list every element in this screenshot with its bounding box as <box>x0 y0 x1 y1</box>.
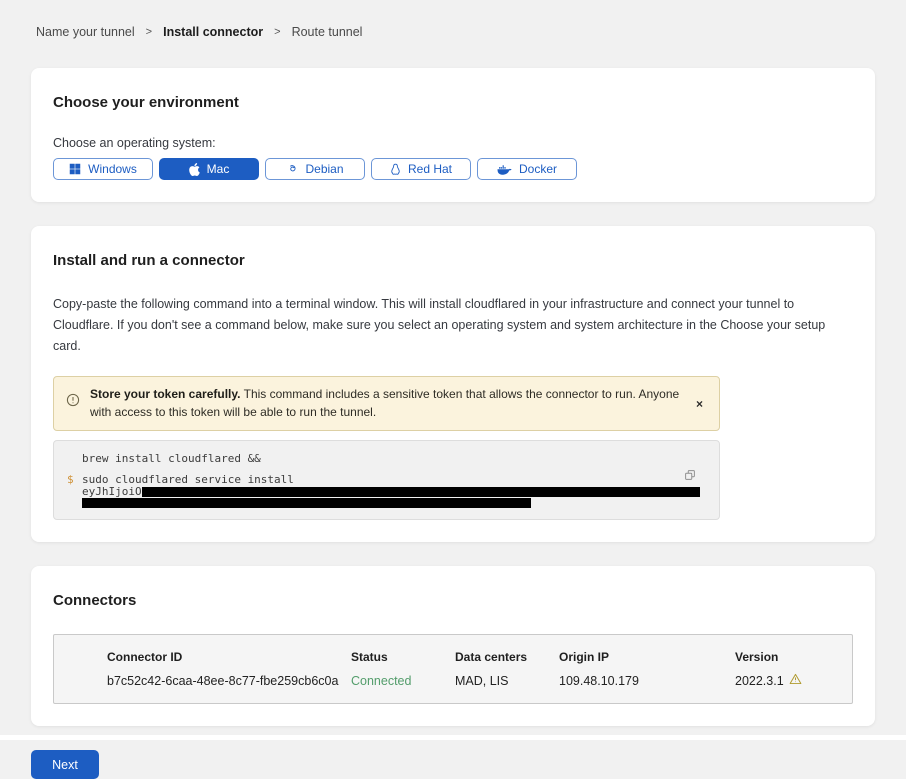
install-command-code-block: $ brew install cloudflared && sudo cloud… <box>53 440 720 520</box>
breadcrumb-separator-icon: > <box>146 26 152 38</box>
docker-whale-icon <box>497 164 512 175</box>
page-bottom-strip <box>0 735 906 740</box>
os-button-mac[interactable]: Mac <box>159 158 259 180</box>
windows-icon <box>69 163 81 175</box>
header-origin-ip: Origin IP <box>559 650 735 664</box>
debian-icon <box>286 163 298 175</box>
os-button-redhat[interactable]: Red Hat <box>371 158 471 180</box>
install-connector-title: Install and run a connector <box>53 253 853 268</box>
header-connector-id: Connector ID <box>107 650 351 664</box>
redacted-token-bar <box>82 498 531 508</box>
next-button[interactable]: Next <box>31 750 99 779</box>
redacted-token-bar <box>142 487 700 497</box>
copy-icon[interactable] <box>683 468 697 482</box>
connectors-table: Connector ID Status Data centers Origin … <box>53 634 853 704</box>
token-warning-banner: Store your token carefully. This command… <box>53 376 720 431</box>
code-line-brew: brew install cloudflared && <box>82 453 705 464</box>
code-line-token: eyJhIjoiO <box>82 486 705 497</box>
os-button-label: Debian <box>305 162 343 176</box>
choose-environment-card: Choose your environment Choose an operat… <box>31 68 875 202</box>
warning-banner-bold: Store your token carefully. <box>90 387 241 401</box>
os-button-docker[interactable]: Docker <box>477 158 577 180</box>
version-value: 2022.3.1 <box>735 674 784 688</box>
connectors-title: Connectors <box>53 593 853 608</box>
os-button-group: Windows Mac Debian <box>53 158 853 180</box>
apple-icon <box>189 163 200 176</box>
breadcrumb-separator-icon: > <box>274 26 280 38</box>
data-centers-value: MAD, LIS <box>455 674 559 688</box>
version-cell: 2022.3.1 <box>735 673 852 688</box>
breadcrumb-step-name-your-tunnel[interactable]: Name your tunnel <box>36 25 135 39</box>
os-button-windows[interactable]: Windows <box>53 158 153 180</box>
connector-id-value: b7c52c42-6caa-48ee-8c77-fbe259cb6c0a <box>107 674 351 688</box>
connectors-card: Connectors Connector ID Status Data cent… <box>31 566 875 726</box>
os-button-label: Mac <box>207 162 230 176</box>
choose-environment-title: Choose your environment <box>53 95 853 110</box>
install-instructions-text: Copy-paste the following command into a … <box>53 294 848 357</box>
breadcrumb-step-route-tunnel[interactable]: Route tunnel <box>292 25 363 39</box>
os-button-label: Windows <box>88 162 137 176</box>
install-connector-card: Install and run a connector Copy-paste t… <box>31 226 875 542</box>
breadcrumb-step-install-connector[interactable]: Install connector <box>163 25 263 39</box>
token-prefix: eyJhIjoiO <box>82 486 142 497</box>
table-row: b7c52c42-6caa-48ee-8c77-fbe259cb6c0a Con… <box>107 673 852 688</box>
code-line-sudo: sudo cloudflared service install <box>82 474 705 485</box>
close-icon[interactable]: × <box>692 396 707 412</box>
redhat-tux-icon <box>390 163 401 176</box>
header-status: Status <box>351 650 455 664</box>
connectors-table-header: Connector ID Status Data centers Origin … <box>107 650 852 664</box>
warning-banner-text: Store your token carefully. This command… <box>90 383 682 424</box>
info-circle-icon <box>66 393 80 413</box>
status-badge: Connected <box>351 674 455 688</box>
os-button-label: Docker <box>519 162 557 176</box>
breadcrumb: Name your tunnel > Install connector > R… <box>31 0 875 39</box>
header-version: Version <box>735 650 852 664</box>
tunnel-setup-page: Name your tunnel > Install connector > R… <box>0 0 906 779</box>
operating-system-label: Choose an operating system: <box>53 136 853 150</box>
shell-prompt: $ <box>67 474 74 485</box>
os-button-debian[interactable]: Debian <box>265 158 365 180</box>
header-data-centers: Data centers <box>455 650 559 664</box>
origin-ip-value: 109.48.10.179 <box>559 674 735 688</box>
warning-triangle-icon <box>789 673 802 688</box>
os-button-label: Red Hat <box>408 162 452 176</box>
